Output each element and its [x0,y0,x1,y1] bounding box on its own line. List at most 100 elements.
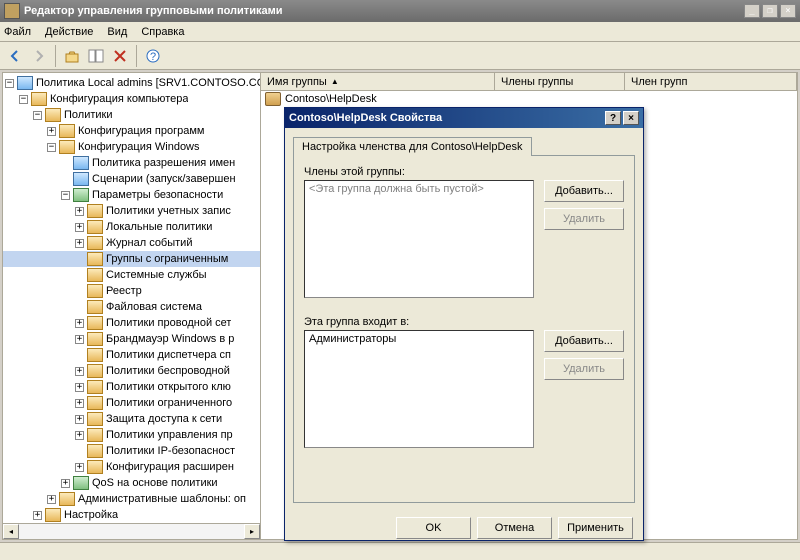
tree-filesys[interactable]: Файловая система [106,301,202,313]
folder-icon [59,124,75,138]
up-button[interactable] [61,45,83,67]
menu-action[interactable]: Действие [45,26,93,38]
group-icon [265,92,281,106]
folder-icon [87,220,103,234]
folder-icon [87,396,103,410]
qos-icon [73,476,89,490]
folder-icon [87,236,103,250]
tree-adv-audit[interactable]: Конфигурация расширен [106,461,234,473]
properties-dialog: Contoso\HelpDesk Свойства ? × Настройка … [284,107,644,541]
scroll-right-button[interactable]: ▸ [244,524,260,539]
members-add-button[interactable]: Добавить... [544,180,624,202]
tree-comp-config[interactable]: Конфигурация компьютера [50,93,188,105]
folder-icon [87,428,103,442]
folder-icon [87,268,103,282]
dialog-tab[interactable]: Настройка членства для Contoso\HelpDesk [293,137,532,156]
column-group-name[interactable]: Имя группы▲ [261,73,495,90]
forward-button[interactable] [28,45,50,67]
tree-win-config[interactable]: Конфигурация Windows [78,141,200,153]
folder-icon [87,316,103,330]
tree-nlm[interactable]: Политики диспетчера сп [106,349,231,361]
tree-wireless[interactable]: Политики беспроводной [106,365,230,377]
svg-text:?: ? [150,51,156,63]
show-hide-tree-button[interactable] [85,45,107,67]
tree-nap[interactable]: Защита доступа к сети [106,413,222,425]
app-icon [4,3,20,19]
scroll-left-button[interactable]: ◂ [3,524,19,539]
tree-root[interactable]: Политика Local admins [SRV1.CONTOSO.COM [36,77,260,89]
folder-icon [59,492,75,506]
window-title: Редактор управления групповыми политикам… [24,5,742,17]
tree-acct-pol[interactable]: Политики учетных запис [106,205,231,217]
folder-icon [87,332,103,346]
column-members[interactable]: Члены группы [495,73,625,90]
menu-file[interactable]: Файл [4,26,31,38]
memberof-remove-button[interactable]: Удалить [544,358,624,380]
list-header: Имя группы▲ Члены группы Член групп [261,73,797,91]
folder-icon [87,412,103,426]
tree-name-res[interactable]: Политика разрешения имен [92,157,235,169]
dialog-help-button[interactable]: ? [605,111,621,125]
menu-view[interactable]: Вид [107,26,127,38]
members-remove-button[interactable]: Удалить [544,208,624,230]
column-memberof[interactable]: Член групп [625,73,797,90]
memberof-item[interactable]: Администраторы [309,333,529,345]
folder-icon [87,300,103,314]
tree-appctrl[interactable]: Политики управления пр [106,429,233,441]
folder-icon [45,108,61,122]
cancel-button[interactable]: Отмена [477,517,552,539]
folder-icon [87,204,103,218]
folder-icon [59,140,75,154]
tree-wired[interactable]: Политики проводной сет [106,317,231,329]
minimize-button[interactable]: _ [744,4,760,18]
members-listbox[interactable]: <Эта группа должна быть пустой> [304,180,534,298]
window-titlebar: Редактор управления групповыми политикам… [0,0,800,22]
tree-local-pol[interactable]: Локальные политики [106,221,212,233]
policy-tree[interactable]: −Политика Local admins [SRV1.CONTOSO.COM… [3,73,260,525]
sort-asc-icon: ▲ [331,77,339,86]
tree-sec-params[interactable]: Параметры безопасности [92,189,223,201]
tree-prog-config[interactable]: Конфигурация программ [78,125,204,137]
tree-evt-log[interactable]: Журнал событий [106,237,192,249]
list-row[interactable]: Contoso\HelpDesk [261,91,797,107]
folder-icon [87,252,103,266]
tree-firewall[interactable]: Брандмауэр Windows в р [106,333,234,345]
tree-policies[interactable]: Политики [64,109,113,121]
tree-registry[interactable]: Реестр [106,285,142,297]
dialog-titlebar[interactable]: Contoso\HelpDesk Свойства ? × [285,108,643,128]
tree-restricted-groups[interactable]: Группы с ограниченным [106,253,228,265]
tree-qos[interactable]: QoS на основе политики [92,477,218,489]
close-button[interactable]: × [780,4,796,18]
tree-sys-svc[interactable]: Системные службы [106,269,207,281]
tree-ipsec[interactable]: Политики IP-безопасност [106,445,235,457]
back-button[interactable] [4,45,26,67]
tree-scripts[interactable]: Сценарии (запуск/завершен [92,173,236,185]
tree-horizontal-scrollbar[interactable]: ◂ ▸ [3,523,260,539]
folder-icon [87,348,103,362]
tree-pane: −Политика Local admins [SRV1.CONTOSO.COM… [3,73,261,539]
dialog-close-button[interactable]: × [623,111,639,125]
maximize-button[interactable]: ❐ [762,4,778,18]
toolbar-separator [55,45,56,67]
menu-bar: Файл Действие Вид Справка [0,22,800,42]
help-button[interactable]: ? [142,45,164,67]
folder-icon [87,444,103,458]
document-icon [73,156,89,170]
folder-icon [87,380,103,394]
menu-help[interactable]: Справка [141,26,184,38]
memberof-listbox[interactable]: Администраторы [304,330,534,448]
folder-icon [45,508,61,522]
memberof-label: Эта группа входит в: [304,316,624,328]
tree-restrict-sw[interactable]: Политики ограниченного [106,397,232,409]
tree-pubkey[interactable]: Политики открытого клю [106,381,231,393]
delete-button[interactable] [109,45,131,67]
ok-button[interactable]: OK [396,517,471,539]
apply-button[interactable]: Применить [558,517,633,539]
tree-adm-tpl[interactable]: Административные шаблоны: оп [78,493,246,505]
lock-icon [73,188,89,202]
toolbar: ? [0,42,800,70]
dialog-footer: OK Отмена Применить [285,511,643,545]
group-name-cell: Contoso\HelpDesk [285,93,377,105]
memberof-add-button[interactable]: Добавить... [544,330,624,352]
tree-prefs[interactable]: Настройка [64,509,118,521]
